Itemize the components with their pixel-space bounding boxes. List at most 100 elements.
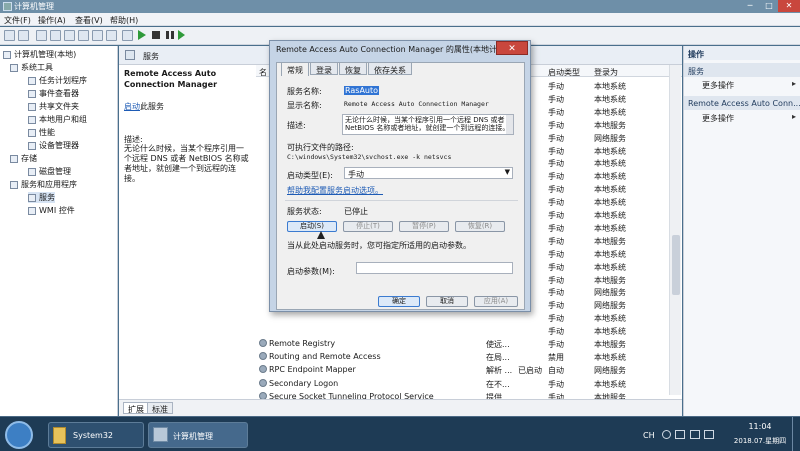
col-name[interactable]: 名 [259, 67, 267, 78]
tree-root[interactable]: 计算机管理(本地) [3, 49, 76, 60]
stop-icon[interactable] [152, 31, 160, 39]
tab-logon[interactable]: 登录 [310, 62, 338, 75]
row-logon: 本地系统 [594, 94, 626, 104]
tree-shared-folders[interactable]: 共享文件夹 [28, 101, 79, 112]
restart-icon[interactable] [178, 30, 185, 40]
stop-button[interactable]: 停止(T) [343, 221, 393, 232]
vertical-scrollbar[interactable] [669, 65, 681, 395]
event-icon [28, 89, 36, 98]
dialog-close-button[interactable]: ✕ [496, 41, 528, 55]
tree-storage[interactable]: 存储 [10, 153, 37, 164]
clock-time[interactable]: 11:04 [740, 422, 780, 431]
export-icon[interactable] [92, 30, 103, 41]
tree-task-scheduler[interactable]: 任务计划程序 [28, 75, 87, 86]
tab-standard[interactable]: 标准 [147, 402, 173, 414]
tree-services-apps[interactable]: 服务和应用程序 [10, 179, 77, 190]
service-gear-icon [259, 352, 267, 361]
refresh-icon[interactable] [78, 30, 89, 41]
table-row[interactable]: Routing and Remote Access 在局... 禁用 本地系统 [256, 350, 682, 363]
tree-device-manager[interactable]: 设备管理器 [28, 140, 79, 151]
description-scrollbar[interactable] [506, 115, 513, 134]
row-logon: 本地系统 [594, 223, 626, 233]
network-icon[interactable] [675, 430, 685, 439]
row-startup: 手动 [548, 275, 564, 285]
cancel-button[interactable]: 取消 [426, 296, 468, 307]
table-row[interactable]: Secondary Logon 在不... 手动 本地系统 [256, 377, 682, 390]
volume-icon[interactable] [704, 430, 714, 439]
row-logon: 网络服务 [594, 133, 626, 143]
menu-file[interactable]: 文件(F) [4, 15, 31, 26]
dialog-title: Remote Access Auto Connection Manager 的属… [276, 45, 517, 54]
description-field[interactable]: 无论什么时候，当某个程序引用一个远程 DNS 或者 NetBIOS 名称或者地址… [342, 114, 514, 135]
menu-view[interactable]: 查看(V) [75, 15, 103, 26]
menu-action[interactable]: 操作(A) [38, 15, 66, 26]
col-logon[interactable]: 登录为 [594, 67, 618, 78]
startup-type-select[interactable]: 手动 ▼ [344, 167, 513, 179]
play-icon[interactable] [138, 30, 146, 40]
ok-button[interactable]: 确定 [378, 296, 420, 307]
taskbar-item-system32[interactable]: System32 [48, 422, 144, 448]
tree-wmi[interactable]: WMI 控件 [28, 205, 75, 216]
service-name-value[interactable]: RasAuto [344, 86, 380, 95]
taskbar-item-computer-management[interactable]: 计算机管理 [148, 422, 248, 448]
help-link[interactable]: 帮助我配置服务启动选项。 [287, 185, 383, 196]
tree-performance[interactable]: 性能 [28, 127, 55, 138]
tools-icon [10, 63, 18, 72]
apply-button[interactable]: 应用(A) [474, 296, 518, 307]
properties-icon[interactable] [64, 30, 75, 41]
help-icon[interactable] [662, 430, 671, 439]
table-row[interactable]: Remote Registry 使远... 手动 本地服务 [256, 337, 682, 350]
tree-system-tools[interactable]: 系统工具 [10, 62, 53, 73]
pane-title: 服务 [143, 52, 159, 61]
menu-help[interactable]: 帮助(H) [110, 15, 138, 26]
more-actions-1[interactable]: 更多操作 [702, 80, 734, 91]
tree-local-users[interactable]: 本地用户和组 [28, 114, 87, 125]
actions-section-services[interactable]: 服务 [684, 63, 800, 77]
back-icon[interactable] [4, 30, 15, 41]
scroll-thumb[interactable] [672, 235, 680, 295]
tree-disk-management[interactable]: 磁盘管理 [28, 166, 71, 177]
row-startup: 手动 [548, 133, 564, 143]
row-startup: 手动 [548, 314, 564, 324]
console-icon[interactable] [122, 30, 133, 41]
resume-button[interactable]: 恢复(R) [455, 221, 505, 232]
tab-general[interactable]: 常规 [281, 62, 309, 76]
more-actions-2[interactable]: 更多操作 [702, 113, 734, 124]
table-row[interactable]: 手动 本地系统 [256, 311, 682, 324]
tree-event-viewer[interactable]: 事件查看器 [28, 88, 79, 99]
language-indicator[interactable]: CH [643, 431, 655, 440]
show-tree-icon[interactable] [50, 30, 61, 41]
params-label: 启动参数(M): [287, 267, 335, 276]
pause-icon[interactable] [166, 31, 174, 39]
up-folder-icon[interactable] [36, 30, 47, 41]
table-row[interactable]: 手动 本地系统 [256, 324, 682, 337]
gear-icon [28, 193, 36, 202]
start-orb-icon[interactable] [5, 421, 33, 449]
start-button[interactable]: 启动(S) [287, 221, 337, 232]
tab-dependencies[interactable]: 依存关系 [368, 62, 412, 75]
tab-recovery[interactable]: 恢复 [339, 62, 367, 75]
actions-section-selected[interactable]: Remote Access Auto Conn... [684, 96, 800, 110]
tab-extended[interactable]: 扩展 [123, 402, 149, 414]
close-button[interactable]: ✕ [778, 0, 800, 12]
row-logon: 本地系统 [594, 314, 626, 324]
params-input[interactable] [356, 262, 513, 274]
show-desktop-button[interactable] [792, 417, 800, 451]
window-title: 计算机管理 [14, 2, 54, 11]
pause-button[interactable]: 暂停(P) [399, 221, 449, 232]
forward-icon[interactable] [18, 30, 29, 41]
clock-date[interactable]: 2018.07.星期四 [729, 436, 791, 446]
flag-icon[interactable] [690, 430, 700, 439]
start-service-link[interactable]: 启动 [124, 102, 140, 111]
row-desc: 解析 ... [486, 366, 513, 376]
row-startup: 手动 [548, 288, 564, 298]
maximize-button[interactable]: □ [760, 0, 778, 12]
minimize-button[interactable]: ─ [740, 0, 760, 12]
row-startup: 手动 [548, 107, 564, 117]
tree-services[interactable]: 服务 [28, 192, 55, 203]
table-row[interactable]: RPC Endpoint Mapper 解析 ... 已启动 自动 网络服务 [256, 363, 682, 376]
col-startup[interactable]: 启动类型 [548, 67, 580, 78]
display-name-value[interactable]: Remote Access Auto Connection Manager [344, 100, 489, 108]
help-icon[interactable] [106, 30, 117, 41]
row-logon: 本地系统 [594, 249, 626, 259]
